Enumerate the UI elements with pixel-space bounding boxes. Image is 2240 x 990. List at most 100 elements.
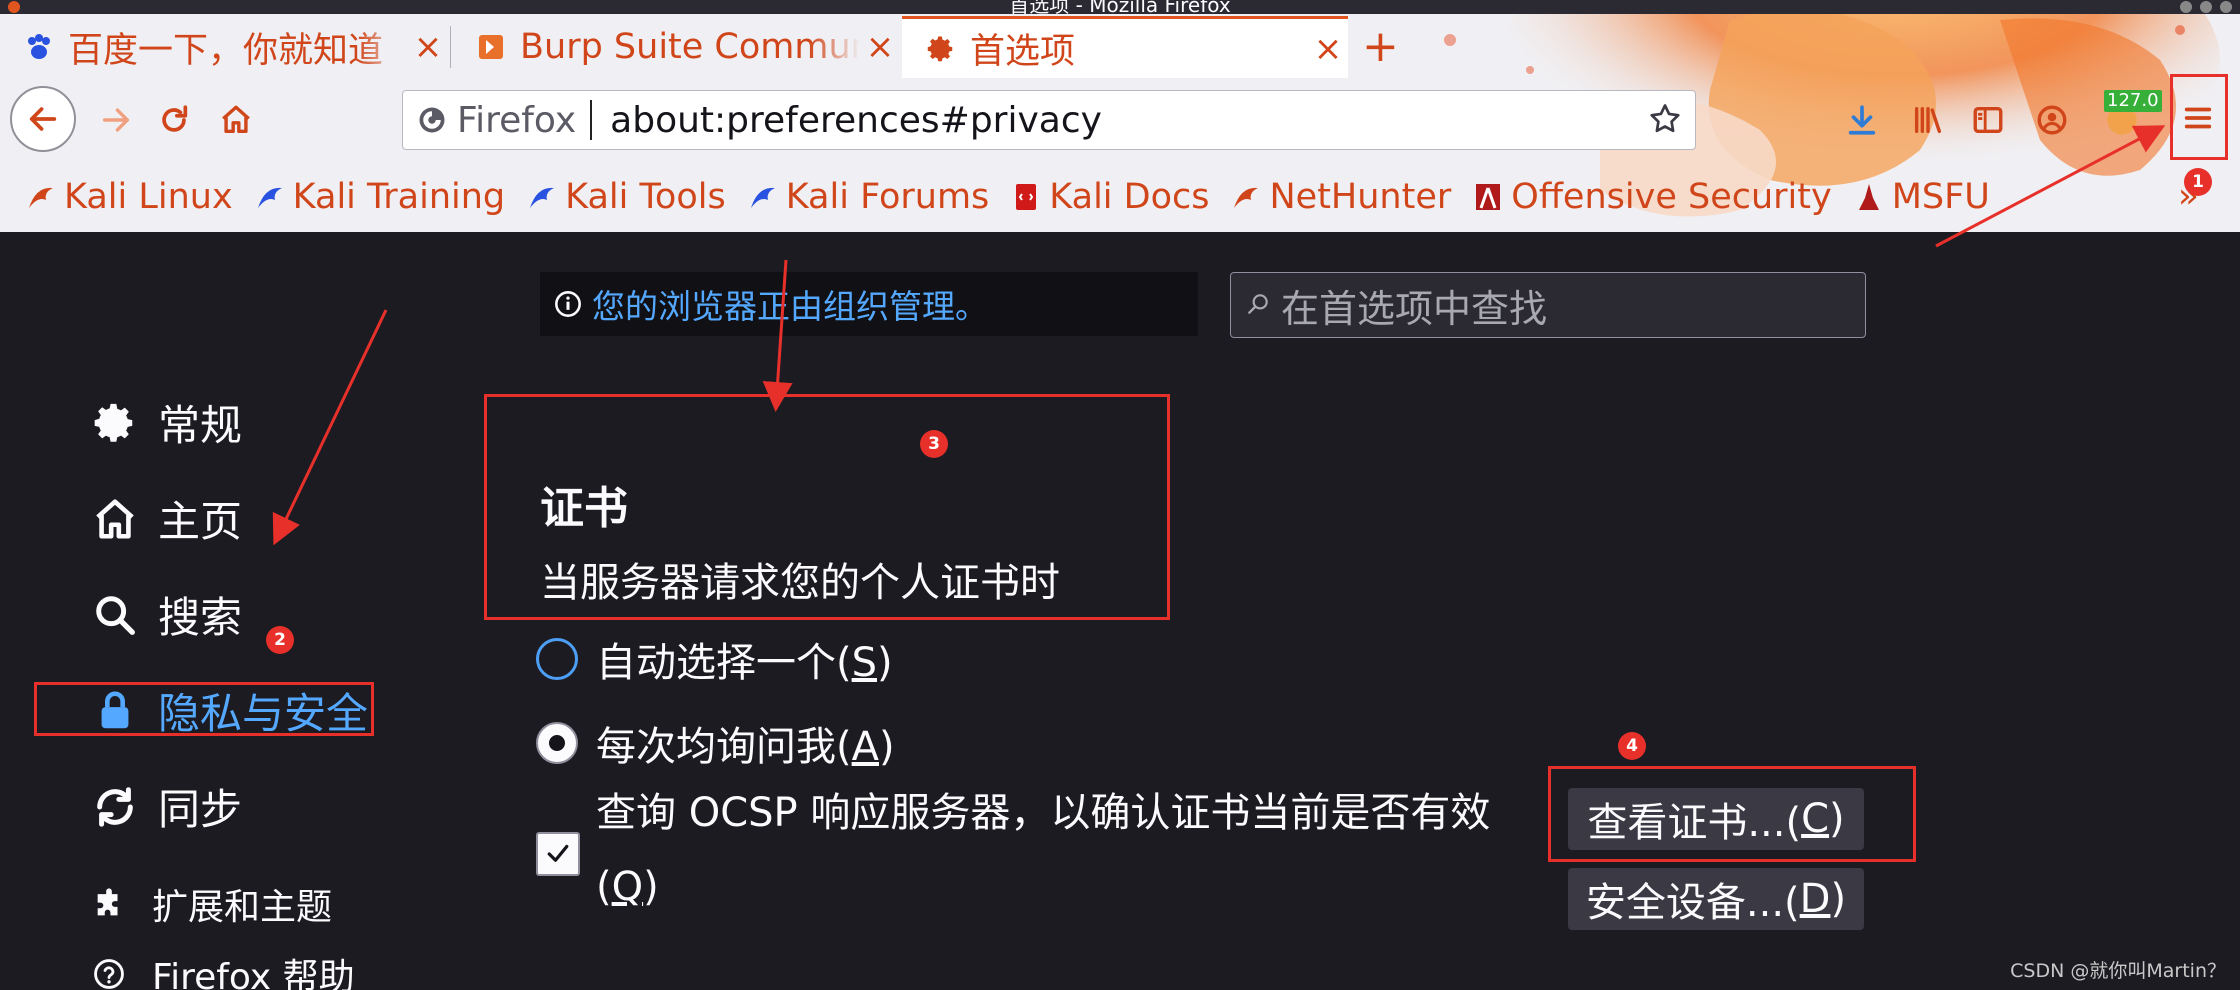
library-button[interactable] xyxy=(1900,92,1956,148)
back-button[interactable] xyxy=(10,86,76,152)
bookmark-label: Kali Linux xyxy=(64,177,233,217)
tab-preferences[interactable]: 首选项 × xyxy=(902,16,1348,78)
navigation-toolbar: Firefox about:preferences#privacy 127.0 xyxy=(0,78,2240,162)
bookmark-label: Kali Tools xyxy=(565,177,726,217)
search-icon xyxy=(90,590,140,640)
managed-notice-text: 您的浏览器正由组织管理。 xyxy=(592,287,988,326)
identity-box[interactable]: Firefox xyxy=(403,99,593,141)
close-icon[interactable]: × xyxy=(408,27,448,67)
gear-icon xyxy=(924,32,958,66)
managed-notice[interactable]: 您的浏览器正由组织管理。 xyxy=(540,272,1198,336)
downloads-button[interactable] xyxy=(1834,92,1890,148)
puzzle-icon xyxy=(90,885,128,923)
bookmark-nethunter[interactable]: NetHunter xyxy=(1231,177,1451,217)
sidebar-item-addons[interactable]: 扩展和主题 xyxy=(90,878,332,930)
bookmark-offensive-security[interactable]: Offensive Security xyxy=(1473,177,1832,217)
annotation-box-privacy xyxy=(34,682,374,736)
search-placeholder: 在首选项中查找 xyxy=(1281,286,1548,331)
annotation-badge: 4 xyxy=(1618,732,1646,760)
url-text[interactable]: about:preferences#privacy xyxy=(592,100,1102,141)
ocsp-checkbox[interactable] xyxy=(536,832,580,876)
msfu-icon xyxy=(1854,182,1884,212)
search-preferences-input[interactable]: 在首选项中查找 xyxy=(1230,272,1866,338)
help-icon xyxy=(90,955,128,990)
tab-label: 百度一下，你就知道 xyxy=(68,30,384,71)
kali-icon xyxy=(1231,182,1261,212)
bookmark-kali-docs[interactable]: Kali Docs xyxy=(1011,177,1209,217)
watermark: CSDN @就你叫Martin？ xyxy=(2010,960,2226,982)
close-icon[interactable]: × xyxy=(1308,29,1348,69)
forward-button[interactable] xyxy=(88,92,144,148)
bookmark-label: Kali Forums xyxy=(785,177,990,217)
tab-baidu[interactable]: 百度一下，你就知道 × xyxy=(0,16,448,78)
extension-badge: 127.0 xyxy=(2104,90,2162,112)
firefox-logo-icon xyxy=(419,107,445,133)
annotation-badge: 2 xyxy=(266,626,294,654)
kali-icon xyxy=(26,182,56,212)
bookmark-kali-forums[interactable]: Kali Forums xyxy=(748,177,990,217)
sidebar-item-label: 主页 xyxy=(158,497,243,546)
radio-auto-select[interactable]: 自动选择一个(S) xyxy=(536,630,893,688)
maximize-button[interactable] xyxy=(2200,1,2212,13)
window-title: 首选项 - Mozilla Firefox xyxy=(1009,0,1231,17)
account-button[interactable] xyxy=(2024,92,2080,148)
sidebar-item-home[interactable]: 主页 xyxy=(90,488,242,549)
annotation-box-certificates xyxy=(484,394,1170,620)
kali-icon xyxy=(748,182,778,212)
browser-chrome: 首选项 - Mozilla Firefox 百度一下，你就知道 × Burp S… xyxy=(0,0,2240,232)
sync-icon xyxy=(90,782,140,832)
bookmark-kali-training[interactable]: Kali Training xyxy=(255,177,505,217)
sidebar-item-label: 搜索 xyxy=(158,593,243,642)
library-icon xyxy=(1914,106,1942,134)
offsec-icon xyxy=(1473,182,1503,212)
close-window-button[interactable] xyxy=(2220,1,2232,13)
annotation-badge: 3 xyxy=(920,430,948,458)
tab-separator xyxy=(450,26,451,68)
bookmark-kali-tools[interactable]: Kali Tools xyxy=(527,177,726,217)
info-icon xyxy=(554,290,582,318)
sidebar-item-general[interactable]: 常规 xyxy=(90,392,242,453)
tab-label: Burp Suite Community xyxy=(520,27,860,67)
bookmark-star-button[interactable] xyxy=(1647,101,1683,141)
ocsp-checkbox-row[interactable] xyxy=(536,832,580,876)
sidebar-item-label: 常规 xyxy=(158,401,243,450)
checkmark-icon xyxy=(547,844,569,862)
new-tab-button[interactable]: + xyxy=(1362,22,1399,72)
url-bar[interactable]: Firefox about:preferences#privacy xyxy=(402,90,1696,150)
window-menu-dot[interactable] xyxy=(8,1,20,13)
sidebar-item-search[interactable]: 搜索 xyxy=(90,584,242,645)
ocsp-label: 查询 OCSP 响应服务器，以确认证书当前是否有效 (Q) xyxy=(596,790,1491,910)
sidebar-toggle-button[interactable] xyxy=(1960,92,2016,148)
bookmark-label: NetHunter xyxy=(1269,177,1452,217)
bookmark-label: MSFU xyxy=(1891,177,1990,217)
home-button[interactable] xyxy=(208,92,264,148)
sidebar-icon xyxy=(1973,106,2003,134)
close-icon[interactable]: × xyxy=(860,27,900,67)
download-icon xyxy=(1848,105,1876,135)
sidebar-item-label: 扩展和主题 xyxy=(152,887,333,928)
minimize-button[interactable] xyxy=(2180,1,2192,13)
tab-burp[interactable]: Burp Suite Community × xyxy=(452,16,900,78)
radio-button[interactable] xyxy=(536,722,578,764)
reload-button[interactable] xyxy=(146,92,202,148)
bookmark-label: Kali Docs xyxy=(1049,177,1210,217)
identity-label: Firefox xyxy=(457,99,577,141)
sidebar-item-help[interactable]: Firefox 帮助 xyxy=(90,948,355,990)
radio-ask-every-time[interactable]: 每次均询问我(A) xyxy=(536,714,895,772)
extension-button[interactable]: 127.0 xyxy=(2090,86,2162,150)
sidebar-item-label: 同步 xyxy=(158,785,243,834)
kali-docs-icon xyxy=(1011,182,1041,212)
radio-button[interactable] xyxy=(536,638,578,680)
sidebar-item-sync[interactable]: 同步 xyxy=(90,776,242,837)
bookmarks-toolbar: Kali Linux Kali Training Kali Tools Kali… xyxy=(0,166,2012,228)
bookmark-msfu[interactable]: MSFU xyxy=(1854,177,1990,217)
back-arrow-icon xyxy=(29,107,57,131)
security-devices-button[interactable]: 安全设备...(D) xyxy=(1568,868,1864,930)
kali-icon xyxy=(527,182,557,212)
bookmark-kali-linux[interactable]: Kali Linux xyxy=(26,177,233,217)
annotation-box-view-certs xyxy=(1548,766,1916,862)
bookmark-label: Offensive Security xyxy=(1511,177,1832,217)
home-icon xyxy=(90,494,140,544)
annotation-badge: 1 xyxy=(2184,168,2212,196)
sidebar-item-label: Firefox 帮助 xyxy=(152,957,355,990)
